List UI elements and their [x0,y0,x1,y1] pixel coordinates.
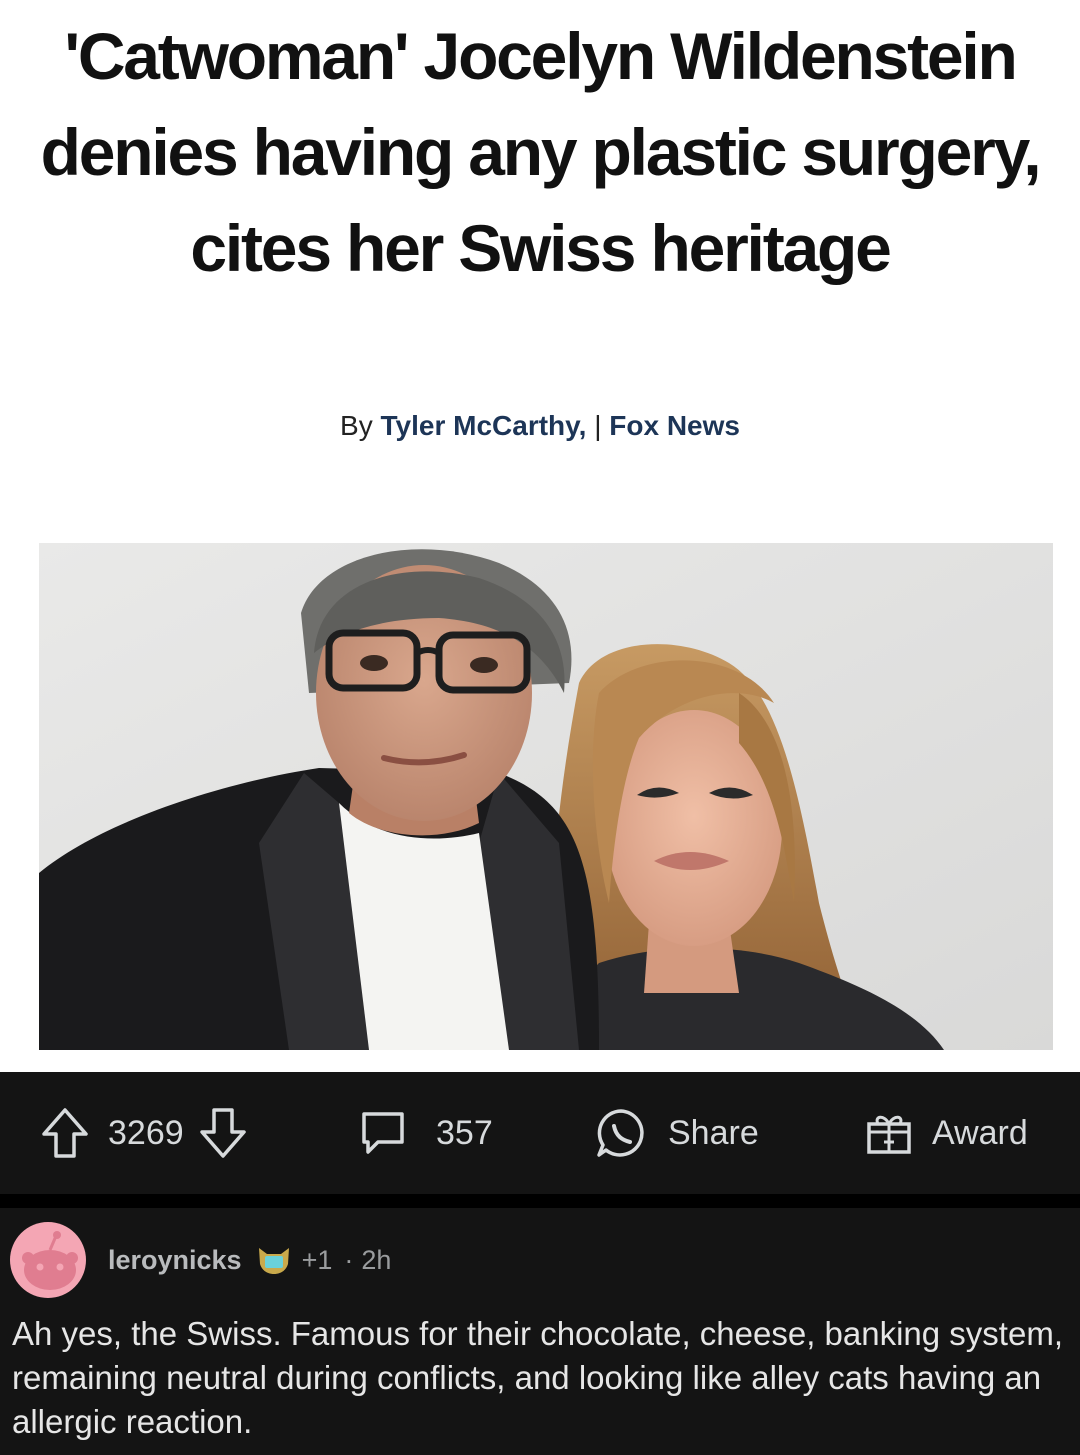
meta-separator: · [344,1244,354,1275]
upvote-count: 3269 [108,1113,184,1152]
arrow-down-icon[interactable] [198,1106,248,1160]
share-icon [594,1106,648,1160]
byline-outlet[interactable]: Fox News [609,410,740,441]
karma-badge: +1 [301,1244,333,1275]
byline-separator: | [586,410,610,441]
comments-button[interactable]: 357 [358,1072,493,1194]
share-button[interactable]: Share [594,1072,759,1194]
share-label: Share [668,1113,759,1152]
post-action-bar: 3269 357 Share Award [0,1072,1080,1194]
comment-meta: leroynicks +1 · 2h [108,1238,391,1282]
comment: leroynicks +1 · 2h Ah yes, the Swiss. Fa… [0,1208,1080,1455]
gift-icon [864,1108,914,1158]
section-divider [0,1194,1080,1208]
byline: By Tyler McCarthy, | Fox News [0,410,1080,442]
comment-age: 2h [361,1244,392,1275]
article: 'Catwoman' Jocelyn Wildenstein denies ha… [0,0,1080,1072]
reddit-snoo-icon[interactable] [10,1222,86,1298]
byline-prefix: By [340,410,381,441]
arrow-up-icon[interactable] [40,1106,90,1160]
cat-badge-icon [256,1244,292,1276]
award-label: Award [932,1113,1028,1152]
speech-bubble-icon [358,1108,408,1158]
article-photo [39,543,1053,1050]
comment-username[interactable]: leroynicks [108,1245,242,1276]
article-headline: 'Catwoman' Jocelyn Wildenstein denies ha… [40,19,1042,285]
byline-author[interactable]: Tyler McCarthy, [381,410,587,441]
vote-group: 3269 [40,1072,248,1194]
comment-count: 357 [436,1113,493,1152]
comment-body: Ah yes, the Swiss. Famous for their choc… [12,1315,1063,1440]
award-button[interactable]: Award [864,1072,1028,1194]
